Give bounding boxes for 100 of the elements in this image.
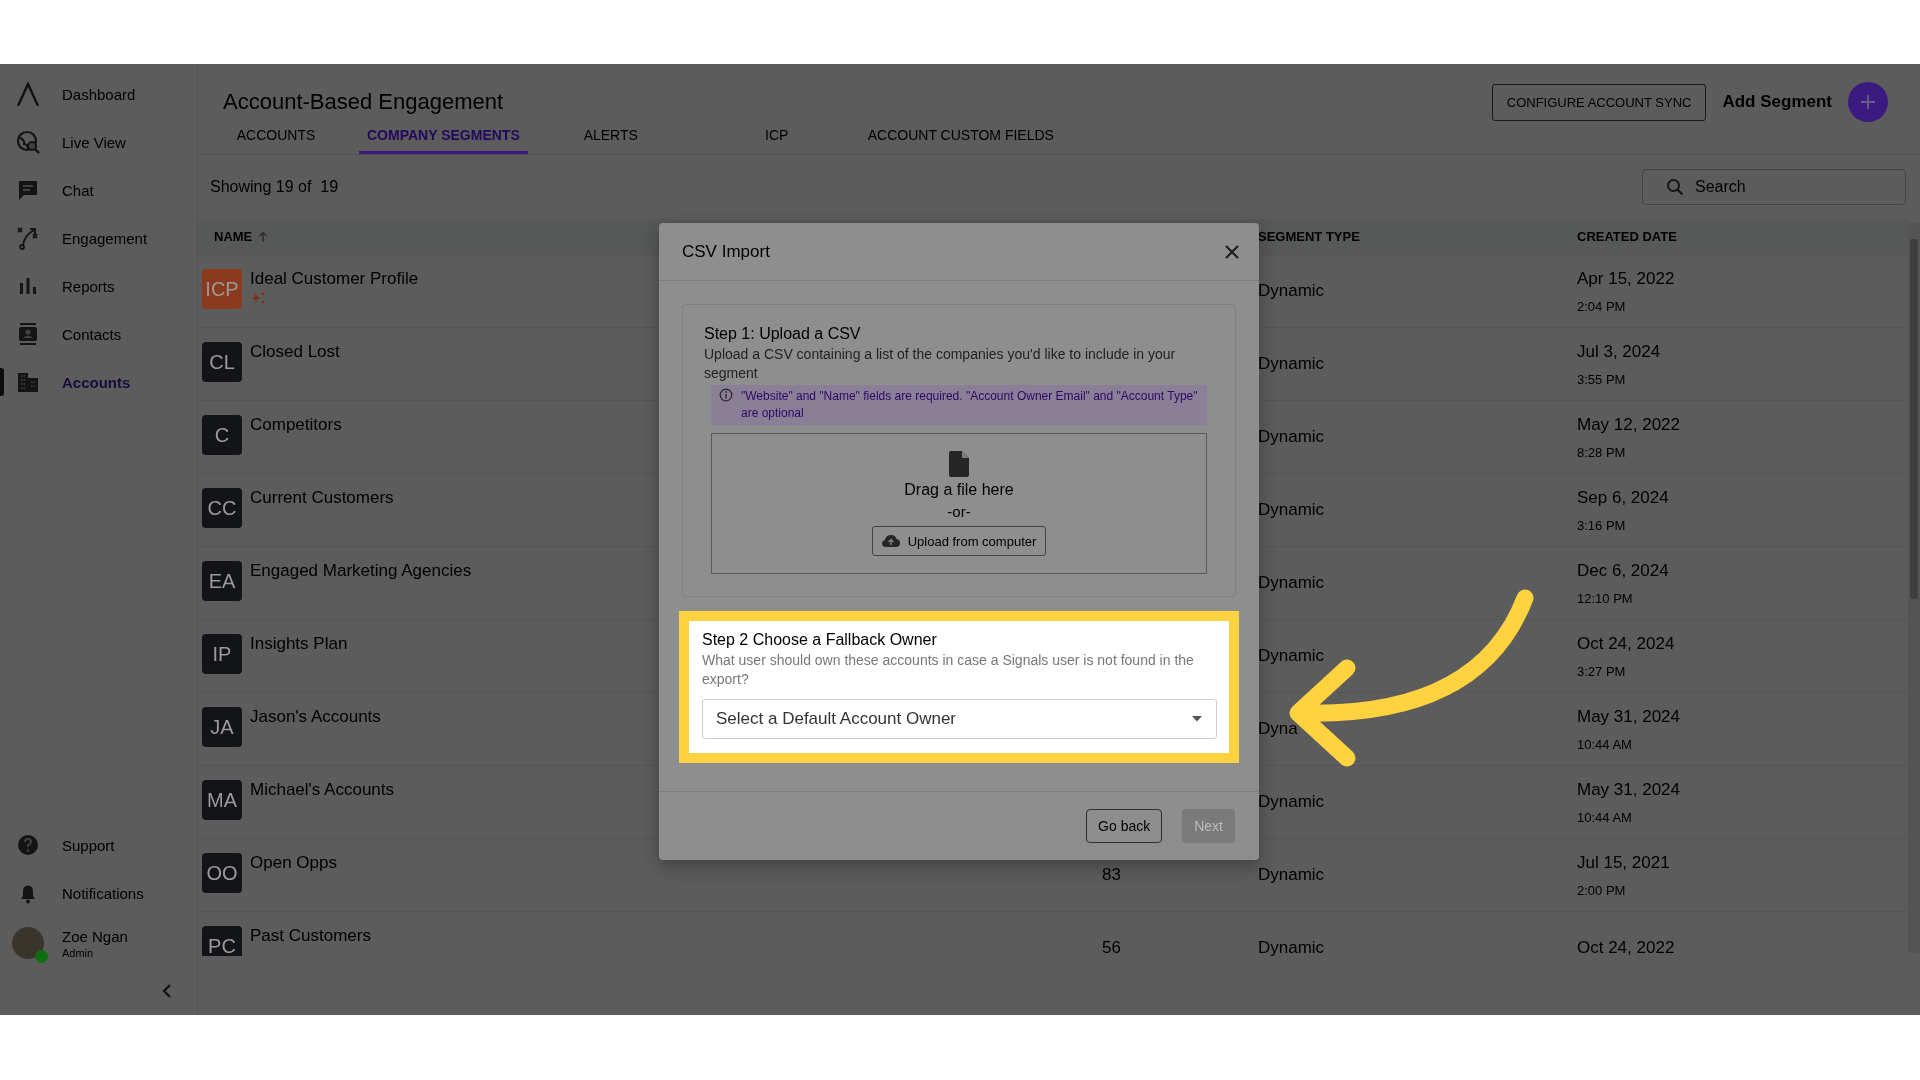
column-header[interactable]: SEGMENT TYPE (1258, 229, 1360, 244)
segment-name[interactable]: Ideal Customer Profile (250, 269, 419, 289)
created-time: 2:00 PM (1577, 882, 1627, 898)
globe-search-icon (16, 130, 40, 154)
add-button[interactable] (1848, 82, 1888, 122)
table-cell: 83 (1102, 865, 1121, 885)
created-date: Jul 15, 2021 (1577, 852, 1671, 873)
dialog-title: CSV Import (682, 241, 770, 262)
created-date: Sep 6, 2024 (1577, 487, 1670, 508)
segment-type: Dynamic (1258, 281, 1325, 301)
close-button[interactable] (1223, 242, 1241, 261)
segment-name[interactable]: Open Opps (250, 853, 337, 873)
select-placeholder: Select a Default Account Owner (716, 709, 957, 729)
go-back-button[interactable]: Go back (1086, 809, 1163, 843)
sidebar-item[interactable]: Accounts (0, 358, 197, 406)
segment-avatar: CC (202, 488, 242, 528)
created-date: Apr 15, 2022 (1577, 268, 1676, 289)
created-date: May 31, 2024 (1577, 706, 1681, 727)
segment-name[interactable]: Past Customers (250, 926, 371, 946)
requirements-note: "Website" and "Name" fields are required. "Account Owner Email" and "Account Type" are optional (741, 388, 1199, 422)
dropdown-caret-icon (1192, 716, 1202, 722)
search-field[interactable]: Search (1642, 169, 1906, 205)
segment-avatar: JA (202, 707, 242, 747)
created-time: 3:55 PM (1577, 371, 1627, 387)
step-title: Step 1: Upload a CSV (704, 325, 862, 343)
owner-select[interactable]: Select a Default Account Owner (702, 699, 1217, 739)
segment-name[interactable]: Michael's Accounts (250, 780, 395, 800)
step-description: What user should own these accounts in case a Signals user is not found in the export? (702, 651, 1195, 689)
segment-type: Dynamic (1258, 646, 1325, 666)
tab[interactable]: ALERTS (527, 120, 694, 154)
segment-type: Dynamic (1258, 500, 1325, 520)
created-date: Dec 6, 2024 (1577, 560, 1670, 581)
scrollbar[interactable] (1908, 223, 1920, 953)
chat-icon (16, 178, 40, 202)
column-header[interactable]: CREATED DATE (1577, 229, 1677, 244)
created-date: May 12, 2022 (1577, 414, 1681, 435)
segment-avatar: OO (202, 853, 242, 893)
or-text: -or- (947, 503, 971, 520)
drop-text: Drag a file here (904, 481, 1014, 499)
segment-name[interactable]: Current Customers (250, 488, 394, 508)
configure-sync-button[interactable]: CONFIGURE ACCOUNT SYNC (1491, 83, 1707, 121)
table-cell: 56 (1102, 938, 1121, 956)
result-count: Showing 19 of 19 (210, 178, 339, 196)
created-time: 3:27 PM (1577, 663, 1627, 679)
drop-zone[interactable]: Drag a file here -or- Upload from computer (711, 433, 1207, 574)
segment-name[interactable]: Insights Plan (250, 634, 348, 654)
created-time: 3:16 PM (1577, 517, 1627, 533)
created-time: 2:04 PM (1577, 298, 1627, 314)
segment-type: Dynamic (1258, 792, 1325, 812)
segment-name[interactable]: Competitors (250, 415, 342, 435)
search-icon (1666, 178, 1684, 196)
sidebar-item[interactable]: Dashboard (0, 70, 197, 118)
step-title: Step 2 Choose a Fallback Owner (702, 631, 938, 649)
segment-name[interactable]: Closed Lost (250, 342, 340, 362)
logo-icon (16, 82, 40, 106)
column-header[interactable]: NAME (214, 229, 269, 244)
segment-avatar: ICP (202, 269, 242, 309)
created-time: 10:44 AM (1577, 809, 1633, 825)
created-time: 8:28 PM (1577, 444, 1627, 460)
created-date: Oct 24, 2022 (1577, 938, 1676, 956)
created-date: May 31, 2024 (1577, 779, 1681, 800)
segment-avatar: PC (202, 926, 242, 956)
segment-name[interactable]: Jason's Accounts (250, 707, 381, 727)
add-segment-label: Add Segment (1722, 92, 1832, 112)
segment-type: Dyna (1258, 719, 1298, 739)
sidebar-item[interactable]: Engagement (0, 214, 197, 262)
segment-type: Dynamic (1258, 573, 1325, 593)
created-date: Jul 3, 2024 (1577, 341, 1662, 362)
sidebar-item[interactable]: Support (0, 821, 197, 869)
segment-type: Dynamic (1258, 354, 1325, 374)
info-icon (719, 388, 733, 402)
building-icon (16, 370, 40, 394)
sidebar-item[interactable]: Contacts (0, 310, 197, 358)
segment-avatar: CL (202, 342, 242, 382)
upload-button[interactable]: Upload from computer (871, 526, 1047, 556)
user-role: Admin (62, 946, 95, 959)
file-icon (949, 451, 969, 477)
user-name: Zoe Ngan (62, 927, 128, 945)
created-time: 10:44 AM (1577, 736, 1633, 752)
close-icon (1225, 244, 1239, 259)
segment-avatar: C (202, 415, 242, 455)
cloud-upload-icon (881, 534, 900, 548)
sidebar-item[interactable]: Notifications (0, 869, 197, 917)
segment-avatar: EA (202, 561, 242, 601)
tab[interactable]: ICP (693, 120, 860, 154)
step-description: Upload a CSV containing a list of the companies you'd like to include in your segment (704, 345, 1177, 383)
created-date: Oct 24, 2024 (1577, 633, 1676, 654)
sidebar-item[interactable]: Chat (0, 166, 197, 214)
contact-card-icon (16, 322, 40, 346)
tab[interactable]: ACCOUNT CUSTOM FIELDS (859, 120, 1062, 154)
segment-avatar: IP (202, 634, 242, 674)
plus-icon (1860, 94, 1876, 110)
sidebar-item[interactable]: Reports (0, 262, 197, 310)
created-time: 12:10 PM (1577, 590, 1634, 606)
segment-name[interactable]: Engaged Marketing Agencies (250, 561, 472, 581)
segment-type: Dynamic (1258, 427, 1325, 447)
tab[interactable]: COMPANY SEGMENTS (359, 120, 528, 154)
route-icon (16, 226, 40, 250)
segment-type: Dynamic (1258, 938, 1325, 956)
page-title: Account-Based Engagement (223, 89, 504, 115)
